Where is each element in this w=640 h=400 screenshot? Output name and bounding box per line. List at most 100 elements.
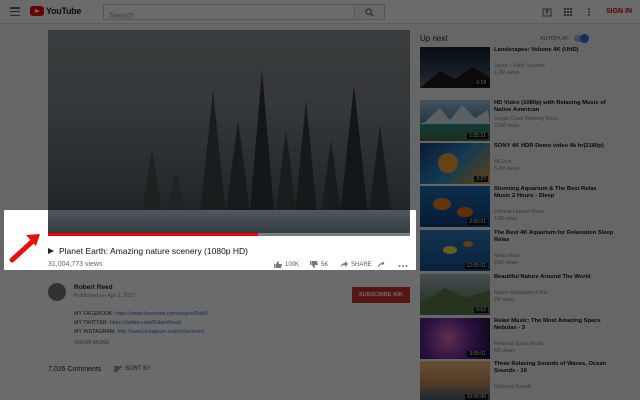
- video-thumbnail[interactable]: 12:00:01: [420, 230, 490, 271]
- player-bottom-strip: [48, 210, 410, 236]
- thumbs-down-icon: [310, 261, 318, 268]
- subscribe-button[interactable]: SUBSCRIBE 40K: [352, 287, 410, 303]
- title-row: Planet Earth: Amazing nature scenery (10…: [48, 246, 248, 256]
- video-title[interactable]: Stunning Aquarium & The Best Relax Music…: [494, 186, 614, 200]
- channel-name: Johnnie Lawson Relax: [494, 209, 545, 215]
- apps-icon[interactable]: [562, 6, 574, 18]
- video-duration: 5:52: [474, 307, 488, 313]
- play-logo-icon: [30, 6, 44, 16]
- share-label: SHARE: [351, 261, 372, 268]
- video-duration: 2:27: [474, 176, 488, 182]
- add-to-playlist-icon[interactable]: [378, 262, 387, 269]
- view-count: 5M views: [494, 348, 515, 354]
- comments-count: 7,026 Comments: [48, 366, 102, 373]
- channel-name: Jungle Cloud Relaxing Music: [494, 116, 559, 122]
- video-thumbnail[interactable]: 2:27: [420, 143, 490, 184]
- play-arrow-icon: [48, 248, 54, 254]
- more-vert-icon[interactable]: [583, 6, 595, 18]
- channel-name: Relaxing Space Music: [494, 341, 544, 347]
- channel-name: Relax Music: [494, 253, 522, 259]
- video-player[interactable]: [48, 30, 410, 234]
- channel-name: Relaxing Sounds: [494, 384, 532, 390]
- description-line: MY FACEBOOK: https://www.facebook.com/pa…: [74, 311, 208, 317]
- video-title[interactable]: Landscapes: Volume 4K (UHD): [494, 47, 614, 54]
- description-label: MY FACEBOOK:: [74, 311, 114, 317]
- video-duration: 3:00:01: [467, 351, 488, 357]
- up-next-heading: Up next: [420, 34, 448, 43]
- youtube-logo[interactable]: YouTube: [30, 6, 81, 16]
- view-count: 3.6M views: [494, 123, 520, 129]
- view-count: 13M views: [494, 216, 518, 222]
- description-label: MY INSTAGRAM:: [74, 329, 116, 335]
- recommended-video[interactable]: 12:00:01 The Best 4K Aquarium for Relaxa…: [420, 230, 620, 272]
- video-title[interactable]: SONY 4K HDR Demo video 4k hr(2160p): [494, 143, 614, 150]
- facebook-link[interactable]: https://www.facebook.com/pages/RobR: [115, 311, 207, 317]
- show-more-button[interactable]: SHOW MORE: [74, 340, 109, 346]
- view-count: 2M views: [494, 297, 515, 303]
- channel-name[interactable]: Robert Reed: [74, 284, 113, 291]
- dislike-button[interactable]: 5K: [310, 261, 328, 268]
- video-title: Planet Earth: Amazing nature scenery (10…: [59, 246, 248, 256]
- video-thumbnail[interactable]: 3:00:01: [420, 318, 490, 359]
- recommended-video[interactable]: 3:00:01 Relax Music: The Most Amazing Sp…: [420, 318, 620, 360]
- video-title[interactable]: Beautiful Nature Around The World: [494, 274, 614, 281]
- channel-avatar[interactable]: [48, 283, 66, 301]
- description-line: MY INSTAGRAM: http://www.instagram.com/r…: [74, 329, 204, 335]
- like-count: 100K: [285, 261, 300, 268]
- video-duration: 10:00:00: [464, 394, 488, 400]
- channel-name: 4K Dive: [494, 159, 512, 165]
- top-bar: YouTube SIGN IN: [0, 0, 640, 24]
- share-icon: [340, 261, 348, 267]
- recommended-video[interactable]: 2:00:01 Stunning Aquarium & The Best Rel…: [420, 186, 620, 228]
- share-button[interactable]: SHARE: [340, 261, 372, 268]
- video-thumbnail[interactable]: 6:18: [420, 47, 490, 88]
- description-line: MY TWITTER: https://twitter.com/RobertRe…: [74, 320, 181, 326]
- sign-in-button[interactable]: SIGN IN: [606, 8, 632, 15]
- more-horiz-icon[interactable]: [398, 264, 408, 268]
- video-title[interactable]: The Best 4K Aquarium for Relaxation Slee…: [494, 230, 614, 244]
- video-duration: 6:18: [474, 80, 488, 86]
- search-box: [103, 4, 355, 23]
- video-thumbnail[interactable]: 2:00:01: [420, 186, 490, 227]
- description-label: MY TWITTER:: [74, 320, 109, 326]
- video-title[interactable]: Relax Music: The Most Amazing Space Nebu…: [494, 318, 614, 332]
- search-icon: [365, 8, 374, 17]
- video-duration: 12:00:01: [464, 263, 488, 269]
- sort-by-button[interactable]: SORT BY: [114, 366, 151, 372]
- search-input[interactable]: [104, 8, 354, 23]
- instagram-link[interactable]: http://www.instagram.com/robertreed: [117, 329, 204, 335]
- view-count: 31,004,773 views: [48, 261, 103, 268]
- twitter-link[interactable]: https://twitter.com/RobertReed: [110, 320, 181, 326]
- view-count: 1.2M views: [494, 70, 520, 76]
- video-duration: 2:00:01: [467, 219, 488, 225]
- channel-name: Nature Relaxation Films: [494, 290, 548, 296]
- forest-scene-image: [138, 70, 394, 234]
- dislike-count: 5K: [321, 261, 329, 268]
- recommended-video[interactable]: 10:00:00 Three Relaxing Sounds of Waves,…: [420, 361, 620, 400]
- video-thumbnail[interactable]: 5:52: [420, 274, 490, 315]
- video-thumbnail[interactable]: 10:00:00: [420, 361, 490, 400]
- sort-icon: [114, 366, 122, 372]
- sort-by-label: SORT BY: [125, 366, 152, 372]
- upload-icon[interactable]: [541, 6, 553, 18]
- video-duration: 1:55:21: [467, 133, 488, 139]
- red-arrow-annotation: [9, 234, 40, 263]
- search-button[interactable]: [355, 4, 385, 20]
- like-button[interactable]: 100K: [274, 261, 299, 268]
- recommended-video[interactable]: 5:52 Beautiful Nature Around The World N…: [420, 274, 620, 316]
- autoplay-label: AUTOPLAY: [540, 36, 569, 42]
- video-thumbnail[interactable]: 1:55:21: [420, 100, 490, 141]
- video-title[interactable]: HD Video (1080p) with Relaxing Music of …: [494, 100, 614, 114]
- channel-name: Jacob + Katie Schwarz: [494, 63, 545, 69]
- recommended-video[interactable]: 1:55:21 HD Video (1080p) with Relaxing M…: [420, 100, 620, 142]
- view-count: 20M views: [494, 260, 518, 266]
- view-count: 3.4M views: [494, 166, 520, 172]
- recommended-video[interactable]: 6:18 Landscapes: Volume 4K (UHD) Jacob +…: [420, 47, 620, 89]
- video-title[interactable]: Three Relaxing Sounds of Waves, Ocean So…: [494, 361, 614, 375]
- publish-date: Published on Apr 3, 2017: [74, 293, 136, 299]
- recommended-video[interactable]: 2:27 SONY 4K HDR Demo video 4k hr(2160p)…: [420, 143, 620, 185]
- autoplay-toggle[interactable]: [574, 34, 589, 43]
- logo-text: YouTube: [46, 6, 82, 16]
- thumbs-up-icon: [274, 261, 282, 268]
- menu-icon[interactable]: [10, 7, 20, 17]
